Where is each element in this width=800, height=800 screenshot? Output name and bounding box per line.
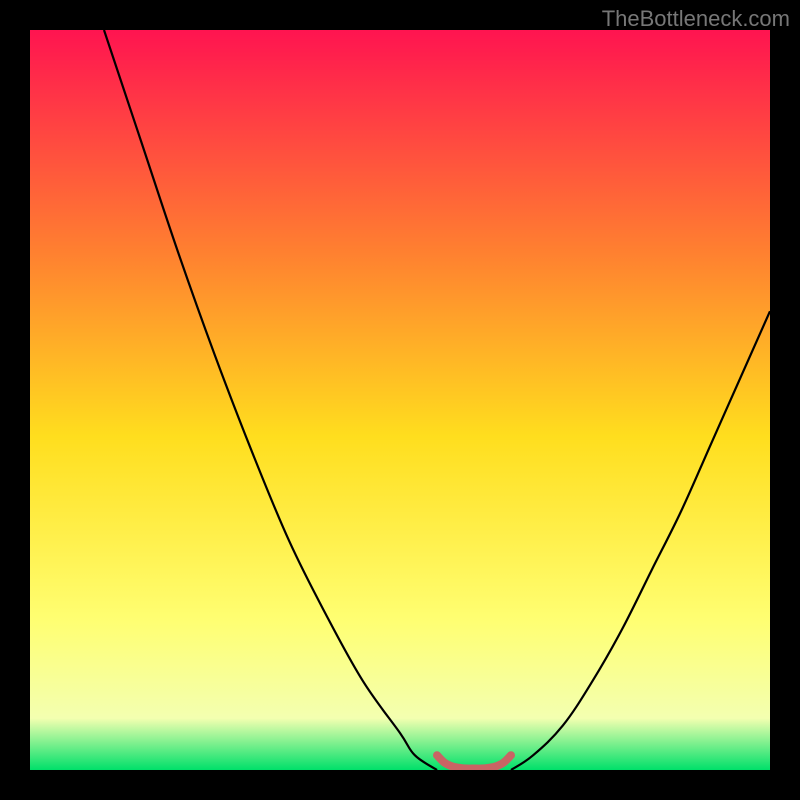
chart-svg	[30, 30, 770, 770]
watermark-text: TheBottleneck.com	[602, 6, 790, 32]
chart-plot-area	[30, 30, 770, 770]
